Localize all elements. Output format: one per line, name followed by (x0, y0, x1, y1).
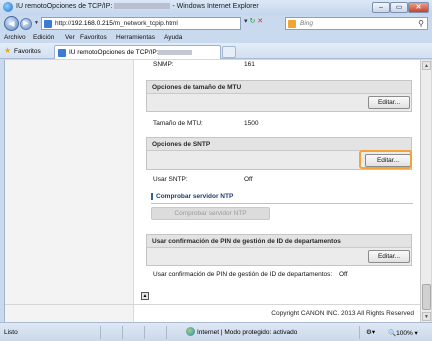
redacted-text (158, 49, 193, 55)
snmp-label: SNMP: (153, 61, 174, 68)
zoom-icon: 🔍 (388, 330, 397, 337)
address-url[interactable]: http://192.168.0.215/m_network_tcpip.htm… (55, 20, 178, 27)
status-separator (144, 326, 145, 339)
back-button[interactable]: ◀ (4, 16, 19, 31)
sntp-use-label: Usar SNTP: (153, 176, 188, 183)
browser-tab[interactable]: IU remotoOpciones de TCP/IP: (54, 45, 221, 59)
pin-label: Usar confirmación de PIN de gestión de I… (153, 271, 333, 278)
sntp-use-value: Off (244, 176, 253, 183)
status-separator (122, 326, 123, 339)
pin-section-title: Usar confirmación de PIN de gestión de I… (152, 238, 341, 245)
status-separator (359, 326, 360, 339)
menu-bar: Archivo Edición Ver Favoritos Herramient… (0, 33, 432, 43)
page-favicon-icon (44, 20, 52, 28)
search-icon[interactable]: ⚲ (418, 19, 424, 28)
page-top-icon[interactable]: ▲ (141, 292, 149, 300)
internet-zone-icon (186, 327, 195, 336)
favorites-star-icon[interactable]: ★ (4, 46, 11, 55)
mtu-edit-button[interactable]: Editar... (368, 96, 410, 109)
new-tab-button[interactable] (222, 46, 236, 58)
minimize-button[interactable]: – (372, 2, 390, 13)
status-separator (100, 326, 101, 339)
favorites-button[interactable]: Favoritos (14, 48, 41, 55)
ntp-check-title: Comprobar servidor NTP (151, 193, 233, 200)
pin-value: Off (339, 271, 348, 278)
close-button[interactable]: ✕ (408, 2, 429, 13)
title-bar: IU remotoOpciones de TCP/IP: - Windows In… (0, 0, 432, 15)
address-dropdown-icon[interactable]: ▾ (244, 18, 248, 25)
ie-logo-icon (3, 2, 13, 12)
search-box[interactable]: Bing ⚲ (285, 17, 428, 30)
menu-edicion[interactable]: Edición (33, 34, 54, 41)
scroll-up-icon[interactable]: ▲ (422, 61, 431, 70)
pin-edit-button[interactable]: Editar... (368, 250, 410, 263)
protected-mode-icon[interactable]: ⚙▾ (366, 328, 375, 336)
status-separator (166, 326, 167, 339)
favorites-bar: ★ Favoritos IU remotoOpciones de TCP/IP: (0, 43, 432, 59)
menu-ayuda[interactable]: Ayuda (164, 34, 182, 41)
menu-ver[interactable]: Ver (65, 34, 75, 41)
address-bar[interactable]: http://192.168.0.215/m_network_tcpip.htm… (41, 17, 241, 30)
mtu-section-header: Opciones de tamaño de MTU (147, 81, 411, 94)
window-title-suffix: - Windows Internet Explorer (172, 3, 259, 10)
browser-window: IU remotoOpciones de TCP/IP: - Windows In… (0, 0, 432, 341)
address-tools: ▾ ↻ ✕ (244, 17, 263, 25)
redacted-text (114, 3, 171, 10)
mtu-section: Opciones de tamaño de MTU Editar... (146, 80, 412, 112)
pin-section: Usar confirmación de PIN de gestión de I… (146, 234, 412, 266)
forward-button[interactable]: ▶ (20, 18, 32, 30)
zoom-level[interactable]: 🔍100% ▾ (388, 329, 418, 337)
mtu-section-title: Opciones de tamaño de MTU (152, 84, 242, 91)
vertical-scrollbar[interactable]: ▲ ▼ (420, 60, 431, 322)
highlight-frame (359, 150, 412, 169)
mtu-value: 1500 (244, 120, 259, 127)
window-title: IU remotoOpciones de TCP/IP: - Windows In… (16, 3, 259, 10)
pin-section-header: Usar confirmación de PIN de gestión de I… (147, 235, 411, 248)
stop-icon[interactable]: ✕ (257, 18, 263, 25)
refresh-icon[interactable]: ↻ (249, 18, 255, 25)
tab-favicon-icon (58, 49, 66, 57)
menu-archivo[interactable]: Archivo (4, 34, 26, 41)
mtu-label: Tamaño de MTU: (153, 120, 203, 127)
recent-pages-dropdown-icon[interactable]: ▼ (34, 20, 39, 26)
tab-title: IU remotoOpciones de TCP/IP: (69, 49, 193, 56)
status-bar: Listo Internet | Modo protegido: activad… (0, 322, 432, 341)
menu-herramientas[interactable]: Herramientas (116, 34, 155, 41)
scroll-thumb[interactable] (422, 284, 431, 310)
snmp-value: 161 (244, 61, 255, 68)
ntp-check-button[interactable]: Comprobar servidor NTP (151, 207, 270, 220)
footer-divider (5, 304, 420, 305)
bing-icon (288, 20, 296, 28)
menu-favoritos[interactable]: Favoritos (80, 34, 107, 41)
status-text: Listo (4, 329, 18, 336)
scroll-down-icon[interactable]: ▼ (422, 312, 431, 321)
copyright-text: Copyright CANON INC. 2013 All Rights Res… (271, 310, 414, 317)
navigation-bar: ◀ ▶ ▼ http://192.168.0.215/m_network_tcp… (0, 15, 432, 33)
sntp-section-title: Opciones de SNTP (152, 141, 211, 148)
maximize-button[interactable]: ▭ (390, 2, 408, 13)
left-navigation-panel (5, 60, 134, 322)
zoom-value: 100% (396, 330, 413, 337)
page-content: SNMP: 161 Opciones de tamaño de MTU Edit… (4, 60, 420, 322)
security-zone-text: Internet | Modo protegido: activado (197, 329, 298, 336)
ntp-divider (151, 203, 413, 204)
window-title-prefix: IU remotoOpciones de TCP/IP: (16, 3, 113, 10)
search-placeholder: Bing (300, 20, 314, 27)
